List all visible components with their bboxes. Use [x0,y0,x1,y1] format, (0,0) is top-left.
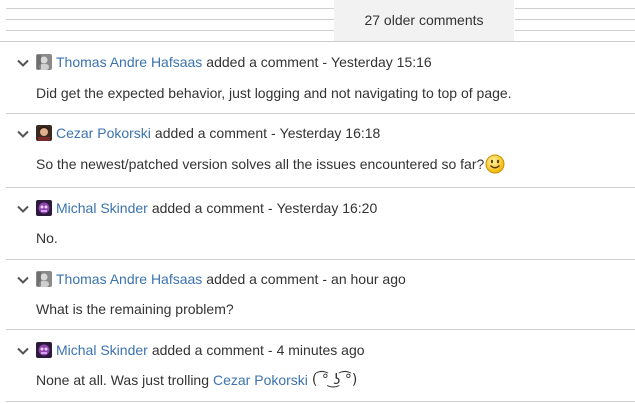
comment-timestamp[interactable]: Yesterday 16:20 [277,200,378,216]
grey-person-avatar-icon[interactable] [36,271,52,287]
comment-author-link[interactable]: Thomas Andre Hafsaas [56,271,202,287]
comment-header: Michal Skinder added a comment - 4 minut… [36,340,365,360]
collapse-chevron-icon[interactable] [16,273,30,287]
comment-separator: - [267,200,273,216]
comment-action-text: added a comment [206,271,319,287]
comment-separator: - [271,125,276,141]
comment-item: Michal Skinder added a comment - Yesterd… [6,188,635,260]
comment-action-text: added a comment [151,200,264,216]
smile-emoticon-icon [485,154,505,174]
comment-timestamp[interactable]: Yesterday 16:18 [280,125,381,141]
older-comments-lines-left [6,4,334,38]
comment-text: So the newest/patched version solves all… [36,156,485,172]
comment-text: Did get the expected behavior, just logg… [36,85,512,101]
comment-text-suffix: ( ͡° ͜ʖ ͡°) [311,372,358,388]
comment-separator: - [267,342,273,358]
comment-body: So the newest/patched version solves all… [36,154,505,174]
comment-separator: - [322,54,328,70]
older-comments-lines-right [515,4,635,38]
comment-item: Michal Skinder added a comment - 4 minut… [6,330,635,402]
comment-author-link[interactable]: Thomas Andre Hafsaas [56,54,202,70]
comment-action-text: added a comment [206,54,319,70]
comment-item: Thomas Andre Hafsaas added a comment - Y… [6,42,635,114]
comment-item: Thomas Andre Hafsaas added a comment - a… [6,260,635,330]
comment-author-link[interactable]: Michal Skinder [56,200,148,216]
comment-header: Cezar Pokorski added a comment - Yesterd… [36,123,380,143]
comment-header: Michal Skinder added a comment - Yesterd… [36,198,377,218]
comment-action-text: added a comment [151,342,264,358]
grey-person-avatar-icon[interactable] [36,54,52,70]
collapse-chevron-icon[interactable] [16,344,30,358]
comments-panel: 27 older comments Thomas Andre Hafsaas a… [0,0,635,404]
comment-text: No. [36,230,58,246]
collapse-chevron-icon[interactable] [16,202,30,216]
older-comments-button[interactable]: 27 older comments [334,0,514,41]
photo-avatar-icon[interactable] [36,125,52,141]
collapse-chevron-icon[interactable] [16,56,30,70]
comment-author-link[interactable]: Michal Skinder [56,342,148,358]
comment-timestamp[interactable]: an hour ago [331,271,406,287]
comment-timestamp[interactable]: Yesterday 15:16 [331,54,432,70]
comment-action-text: added a comment [154,125,267,141]
comment-author-link[interactable]: Cezar Pokorski [56,125,151,141]
comment-separator: - [322,271,328,287]
user-mention-link[interactable]: Cezar Pokorski [213,372,308,388]
comment-list: Thomas Andre Hafsaas added a comment - Y… [6,42,635,402]
comment-body: No. [36,230,58,246]
comment-item: Cezar Pokorski added a comment - Yesterd… [6,114,635,188]
comment-header: Thomas Andre Hafsaas added a comment - a… [36,269,406,289]
purple-avatar-icon[interactable] [36,342,52,358]
older-comments-bar: 27 older comments [0,0,635,42]
comment-text: What is the remaining problem? [36,301,234,317]
comment-header: Thomas Andre Hafsaas added a comment - Y… [36,52,432,72]
purple-avatar-icon[interactable] [36,200,52,216]
comment-body: What is the remaining problem? [36,301,234,317]
collapse-chevron-icon[interactable] [16,127,30,141]
comment-timestamp[interactable]: 4 minutes ago [277,342,365,358]
comment-text: None at all. Was just trolling [36,372,209,388]
comment-body: Did get the expected behavior, just logg… [36,85,512,101]
comment-body: None at all. Was just trolling Cezar Pok… [36,372,357,388]
